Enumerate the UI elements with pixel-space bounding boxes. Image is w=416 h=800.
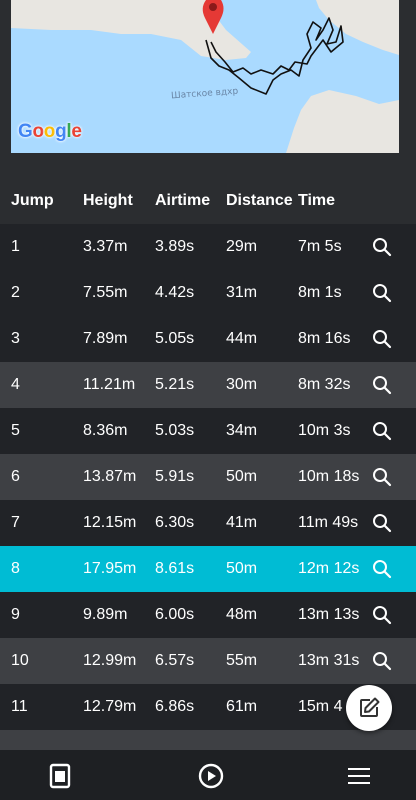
cell-airtime: 8.61s (155, 560, 195, 577)
table-row-selected[interactable]: 8 17.95m 8.61s 50m 12m 12s (0, 546, 416, 592)
table-row[interactable]: 2 7.55m 4.42s 31m 8m 1s (0, 270, 416, 316)
header-height: Height (83, 192, 133, 209)
cell-height: 8.36m (83, 422, 128, 439)
nav-play-button[interactable] (198, 763, 224, 789)
cell-distance: 44m (226, 330, 258, 347)
nav-menu-button[interactable] (346, 763, 372, 789)
cell-time: 12m 12s (298, 560, 360, 577)
search-icon[interactable] (372, 513, 392, 533)
cell-height: 12.79m (83, 698, 137, 715)
cell-distance: 50m (226, 468, 258, 485)
cell-distance: 61m (226, 698, 258, 715)
map-view[interactable]: Шатское вдхр Google (11, 0, 399, 153)
cell-airtime: 5.03s (155, 422, 195, 439)
cell-airtime: 5.21s (155, 376, 195, 393)
cell-jump: 8 (11, 560, 20, 577)
google-logo-letter: g (55, 121, 67, 142)
search-icon[interactable] (372, 605, 392, 625)
cell-jump: 10 (11, 652, 29, 669)
search-icon[interactable] (372, 559, 392, 579)
cell-jump: 6 (11, 468, 20, 485)
cell-height: 7.55m (83, 284, 128, 301)
cell-distance: 48m (226, 606, 258, 623)
google-logo-letter: G (18, 121, 33, 142)
search-icon[interactable] (372, 237, 392, 257)
table-header: Jump Height Airtime Distance Time (0, 178, 416, 224)
bottom-navigation (0, 750, 416, 800)
cell-airtime: 6.86s (155, 698, 195, 715)
jumps-table: 1 3.37m 3.89s 29m 7m 5s 2 7.55m 4.42s 31… (0, 224, 416, 750)
cell-distance: 41m (226, 514, 258, 531)
cell-height: 17.95m (83, 560, 137, 577)
cell-distance: 29m (226, 238, 258, 255)
cell-distance: 31m (226, 284, 258, 301)
cell-airtime: 4.42s (155, 284, 195, 301)
cell-jump: 5 (11, 422, 20, 439)
cell-distance: 50m (226, 560, 258, 577)
header-jump: Jump (11, 192, 54, 209)
cell-jump: 9 (11, 606, 20, 623)
cell-height: 9.89m (83, 606, 128, 623)
cell-time: 8m 16s (298, 330, 351, 347)
search-icon[interactable] (372, 421, 392, 441)
cell-airtime: 3.89s (155, 238, 195, 255)
cell-time: 10m 18s (298, 468, 360, 485)
cell-airtime: 6.30s (155, 514, 195, 531)
cell-jump: 3 (11, 330, 20, 347)
cell-time: 13m 13s (298, 606, 360, 623)
cell-distance: 34m (226, 422, 258, 439)
cell-time: 8m 1s (298, 284, 342, 301)
cell-height: 12.99m (83, 652, 137, 669)
cell-height: 3.37m (83, 238, 128, 255)
table-row[interactable]: 9 9.89m 6.00s 48m 13m 13s (0, 592, 416, 638)
cell-jump: 1 (11, 238, 20, 255)
cell-time: 11m 49s (298, 514, 359, 531)
search-icon[interactable] (372, 375, 392, 395)
cell-airtime: 5.91s (155, 468, 195, 485)
menu-icon (348, 768, 370, 784)
document-icon (49, 763, 71, 789)
cell-height: 7.89m (83, 330, 128, 347)
cell-time: 8m 32s (298, 376, 351, 393)
table-row[interactable]: 1 3.37m 3.89s 29m 7m 5s (0, 224, 416, 270)
search-icon[interactable] (372, 651, 392, 671)
cell-height: 13.87m (83, 468, 137, 485)
cell-airtime: 6.00s (155, 606, 195, 623)
search-icon[interactable] (372, 329, 392, 349)
google-logo-letter: e (71, 121, 82, 142)
cell-jump: 4 (11, 376, 20, 393)
search-icon[interactable] (372, 283, 392, 303)
cell-time: 15m 4 (298, 698, 343, 715)
cell-time: 13m 31s (298, 652, 360, 669)
header-distance: Distance (226, 192, 293, 209)
header-time: Time (298, 192, 336, 209)
edit-icon (360, 697, 380, 717)
google-logo-letter: o (43, 121, 56, 142)
cell-jump: 11 (11, 698, 28, 715)
cell-jump: 2 (11, 284, 20, 301)
cell-distance: 30m (226, 376, 258, 393)
cell-airtime: 5.05s (155, 330, 195, 347)
table-row[interactable]: 6 13.87m 5.91s 50m 10m 18s (0, 454, 416, 500)
google-logo-letter: o (32, 121, 44, 142)
edit-button[interactable] (346, 685, 392, 731)
play-icon (198, 763, 224, 789)
google-logo: Google (18, 121, 82, 143)
table-row[interactable]: 7 12.15m 6.30s 41m 11m 49s (0, 500, 416, 546)
cell-time: 7m 5s (298, 238, 342, 255)
search-icon[interactable] (372, 467, 392, 487)
cell-airtime: 6.57s (155, 652, 195, 669)
table-row[interactable]: 5 8.36m 5.03s 34m 10m 3s (0, 408, 416, 454)
cell-time: 10m 3s (298, 422, 351, 439)
cell-height: 12.15m (83, 514, 137, 531)
table-row[interactable]: 3 7.89m 5.05s 44m 8m 16s (0, 316, 416, 362)
cell-distance: 55m (226, 652, 258, 669)
table-row[interactable]: 10 12.99m 6.57s 55m 13m 31s (0, 638, 416, 684)
cell-height: 11.21m (83, 376, 136, 393)
nav-document-button[interactable] (47, 763, 73, 789)
header-airtime: Airtime (155, 192, 211, 209)
cell-jump: 7 (11, 514, 20, 531)
table-row[interactable] (0, 730, 416, 750)
table-row[interactable]: 4 11.21m 5.21s 30m 8m 32s (0, 362, 416, 408)
